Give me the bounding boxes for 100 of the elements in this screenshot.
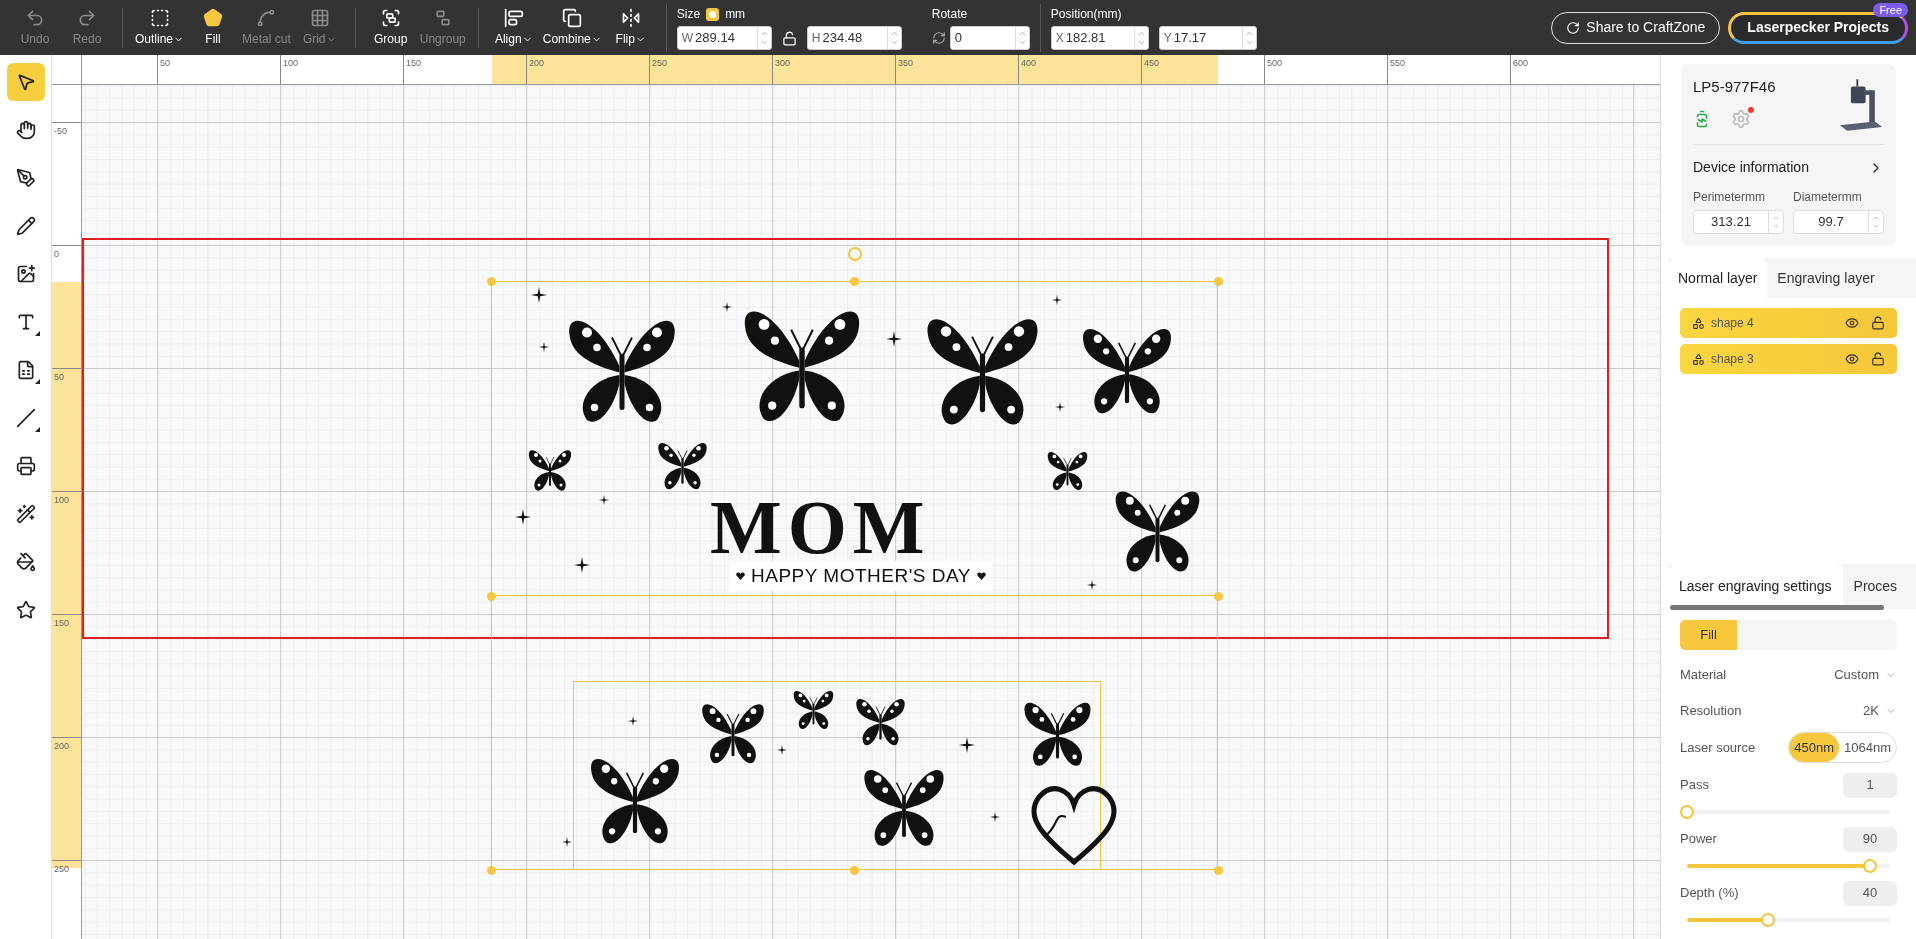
lock-icon[interactable] (781, 30, 797, 46)
value-input[interactable]: 17.17 (1171, 28, 1242, 48)
increment-icon[interactable] (759, 29, 769, 38)
height-field[interactable]: H 234.48 (806, 26, 902, 50)
slider-thumb[interactable] (1862, 859, 1877, 873)
layer-item[interactable]: shape 4 (1680, 308, 1897, 338)
resize-handle[interactable] (486, 276, 496, 286)
resize-handle[interactable] (486, 865, 496, 875)
ruler-label: 50 (54, 371, 64, 384)
value-input[interactable]: 313.21 (1694, 212, 1768, 232)
value-input[interactable]: 182.81 (1063, 28, 1134, 48)
magic-wand-icon (15, 504, 36, 524)
decrement-icon[interactable] (1017, 38, 1027, 47)
toolbar-button[interactable]: Outline (135, 5, 185, 50)
ruler-label: -50 (54, 125, 67, 138)
heart-icon (976, 572, 986, 580)
scrollbar[interactable] (1670, 605, 1884, 610)
value-input[interactable]: 99.7 (1794, 212, 1868, 232)
sparkle-drawing (1055, 402, 1065, 412)
toolbar-button[interactable]: Flip (607, 5, 654, 50)
value-input[interactable]: 0 (950, 28, 1015, 48)
toolbar-button[interactable]: Fill (190, 5, 237, 50)
paint-bucket-icon (15, 552, 36, 572)
rotate-field[interactable]: 0 (949, 26, 1030, 50)
toolbar-button[interactable]: Group (367, 5, 414, 50)
slider-label: Pass (1680, 776, 1709, 795)
layer-name: shape 3 (1711, 351, 1755, 368)
sparkle-drawing (599, 495, 609, 505)
decrement-icon[interactable] (1244, 38, 1254, 47)
ruler-label: 50 (160, 57, 170, 70)
value-input[interactable]: 234.48 (820, 28, 887, 48)
design-subtitle: HAPPY MOTHER'S DAY (751, 563, 971, 588)
resize-handle[interactable] (849, 865, 859, 875)
settings-tab[interactable]: Laser engraving settings (1668, 564, 1843, 609)
increment-icon[interactable] (1244, 29, 1254, 38)
decrement-icon[interactable] (1772, 222, 1780, 230)
mode-tab[interactable]: Fill (1680, 620, 1737, 650)
resize-handle[interactable] (486, 591, 496, 601)
design-title: MOM (710, 497, 931, 557)
resize-handle[interactable] (1213, 276, 1223, 286)
layer-item[interactable]: shape 3 (1680, 344, 1897, 374)
hand-icon (15, 120, 36, 140)
value-input[interactable]: 289.14 (693, 28, 757, 48)
pointer-icon (15, 72, 36, 92)
slider-value[interactable]: 40 (1843, 880, 1897, 906)
decrement-icon[interactable] (889, 38, 899, 47)
pen-icon (15, 168, 36, 188)
ruler-label: 500 (1267, 57, 1283, 70)
layer-name: shape 4 (1711, 315, 1755, 332)
increment-icon[interactable] (1017, 29, 1027, 38)
laser-source-option[interactable]: 450nm (1789, 733, 1839, 762)
increment-icon[interactable] (1136, 29, 1146, 38)
free-badge: Free (1873, 2, 1908, 17)
resolution-select[interactable]: 2K (1863, 701, 1897, 721)
sparkle-drawing (1052, 295, 1062, 305)
number-field[interactable]: 99.7 (1793, 210, 1884, 234)
y-field[interactable]: Y17.17 (1158, 26, 1257, 50)
increment-icon[interactable] (1872, 214, 1880, 222)
resize-handle[interactable] (849, 276, 859, 286)
toolbar-button[interactable]: Align (490, 5, 537, 50)
lock-icon[interactable] (1871, 352, 1885, 366)
visibility-icon[interactable] (1845, 352, 1859, 366)
settings-icon[interactable] (1731, 108, 1751, 129)
x-field[interactable]: X182.81 (1050, 26, 1149, 50)
sparkle-drawing (562, 837, 572, 847)
undo-icon (25, 8, 45, 28)
visibility-icon[interactable] (1845, 316, 1859, 330)
design-canvas[interactable]: MOM HAPPY MOTHER'S DAY (82, 85, 1660, 939)
tool-button[interactable] (6, 63, 45, 101)
laser-source-option[interactable]: 1064nm (1839, 733, 1896, 762)
ruler-label: 350 (898, 57, 914, 70)
device-info-link[interactable]: Device information (1693, 157, 1809, 178)
rotate-handle[interactable] (848, 247, 862, 261)
stacked-squares-icon (562, 8, 583, 28)
increment-icon[interactable] (889, 29, 899, 38)
sparkle-drawing (515, 509, 531, 525)
slider-value[interactable]: 90 (1843, 826, 1897, 852)
material-select[interactable]: Custom (1834, 665, 1897, 685)
increment-icon[interactable] (1772, 214, 1780, 222)
lock-icon[interactable] (1871, 316, 1885, 330)
decrement-icon[interactable] (759, 38, 769, 47)
slider-thumb[interactable] (1680, 805, 1694, 819)
align-icon (503, 8, 524, 28)
unit-toggle[interactable] (706, 7, 720, 21)
resize-handle[interactable] (1213, 591, 1223, 601)
spline-icon (256, 8, 277, 28)
width-field[interactable]: W289.14 (676, 26, 772, 50)
number-field[interactable]: 313.21 (1693, 210, 1784, 234)
decrement-icon[interactable] (1872, 222, 1880, 230)
ruler-label: 200 (529, 57, 545, 70)
toolbar-button[interactable]: Combine (542, 5, 602, 50)
resize-handle[interactable] (1213, 865, 1223, 875)
share-icon (1566, 20, 1581, 35)
decrement-icon[interactable] (1136, 38, 1146, 47)
sparkle-drawing (539, 342, 549, 352)
ruler-label: 550 (1390, 57, 1406, 70)
slider-value[interactable]: 1 (1843, 772, 1897, 798)
slider-thumb[interactable] (1761, 913, 1776, 927)
layer-tab[interactable]: Normal layer (1668, 258, 1768, 298)
rotate-label: Rotate (931, 6, 969, 23)
